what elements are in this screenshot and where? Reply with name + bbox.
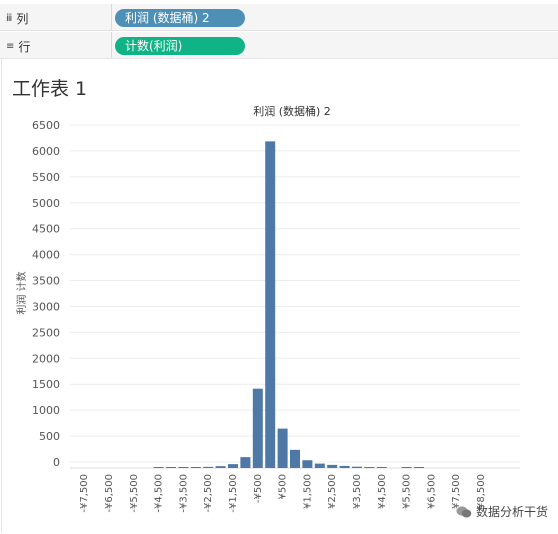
y-tick-label: 6500 [32,119,60,132]
x-tick-label: -¥3,500 [178,474,189,513]
x-tick-label: -¥7,500 [79,474,90,513]
y-tick-label: 4000 [32,249,60,262]
watermark-text: 数据分析干货 [475,505,548,519]
histogram-bar[interactable] [252,388,263,468]
histogram-bar[interactable] [178,467,189,468]
histogram-bar[interactable] [277,428,288,468]
y-tick-label: 500 [39,430,60,443]
x-tick-label: ¥1,500 [302,474,313,509]
histogram-bar[interactable] [265,141,276,468]
histogram-bar[interactable] [314,463,325,468]
y-tick-label: 4500 [32,223,60,236]
histogram-bar[interactable] [376,467,387,468]
y-tick-label: 1000 [32,404,60,417]
histogram-bar[interactable] [352,466,362,468]
y-tick-label: 2000 [32,352,60,365]
histogram-chart: 利润 (数据桶) 2 利润 计数 0 500 1000 1500 2000 2500 300… [15,104,520,513]
x-tick-label: -¥6,500 [104,474,115,513]
x-tick-label: -¥4,500 [154,474,165,513]
y-tick-label: 0 [53,456,60,469]
histogram-bar[interactable] [401,467,412,468]
histogram-bar[interactable] [327,464,338,468]
watermark: 数据分析干货 [456,503,548,520]
y-tick-label: 3000 [32,300,60,313]
histogram-bar[interactable] [190,467,201,468]
x-tick-label: ¥6,500 [426,474,437,509]
chart-title: 利润 (数据桶) 2 [253,104,331,118]
histogram-bar[interactable] [302,460,313,468]
histogram-bar[interactable] [215,466,226,468]
y-tick-label: 6000 [32,145,60,158]
x-tick-label: -¥2,500 [203,474,214,513]
histogram-bar[interactable] [166,467,176,468]
histogram-bar[interactable] [364,467,375,468]
y-tick-label: 3500 [32,275,60,288]
y-tick-label: 5000 [32,197,60,210]
x-tick-label: ¥5,500 [402,474,413,509]
x-tick-label: -¥5,500 [129,474,140,513]
histogram-bar[interactable] [240,457,251,468]
histogram-bar[interactable] [203,466,214,468]
x-tick-label: ¥2,500 [327,474,338,509]
y-tick-label: 5500 [32,171,60,184]
wechat-icon [456,505,472,519]
x-tick-label: -¥1,500 [228,474,239,513]
x-tick-label: ¥500 [278,474,289,499]
histogram-bar[interactable] [339,465,350,468]
histogram-bar[interactable] [228,464,238,468]
y-tick-label: 1500 [32,378,60,391]
x-tick-label: ¥3,500 [352,474,363,509]
y-axis-label: 利润 计数 [15,271,28,314]
histogram-bar[interactable] [290,449,300,468]
histogram-bar[interactable] [414,467,424,468]
y-tick-label: 2500 [32,326,60,339]
x-tick-label: -¥500 [253,474,264,503]
histogram-bar[interactable] [153,467,164,468]
x-tick-label: ¥4,500 [377,474,388,509]
